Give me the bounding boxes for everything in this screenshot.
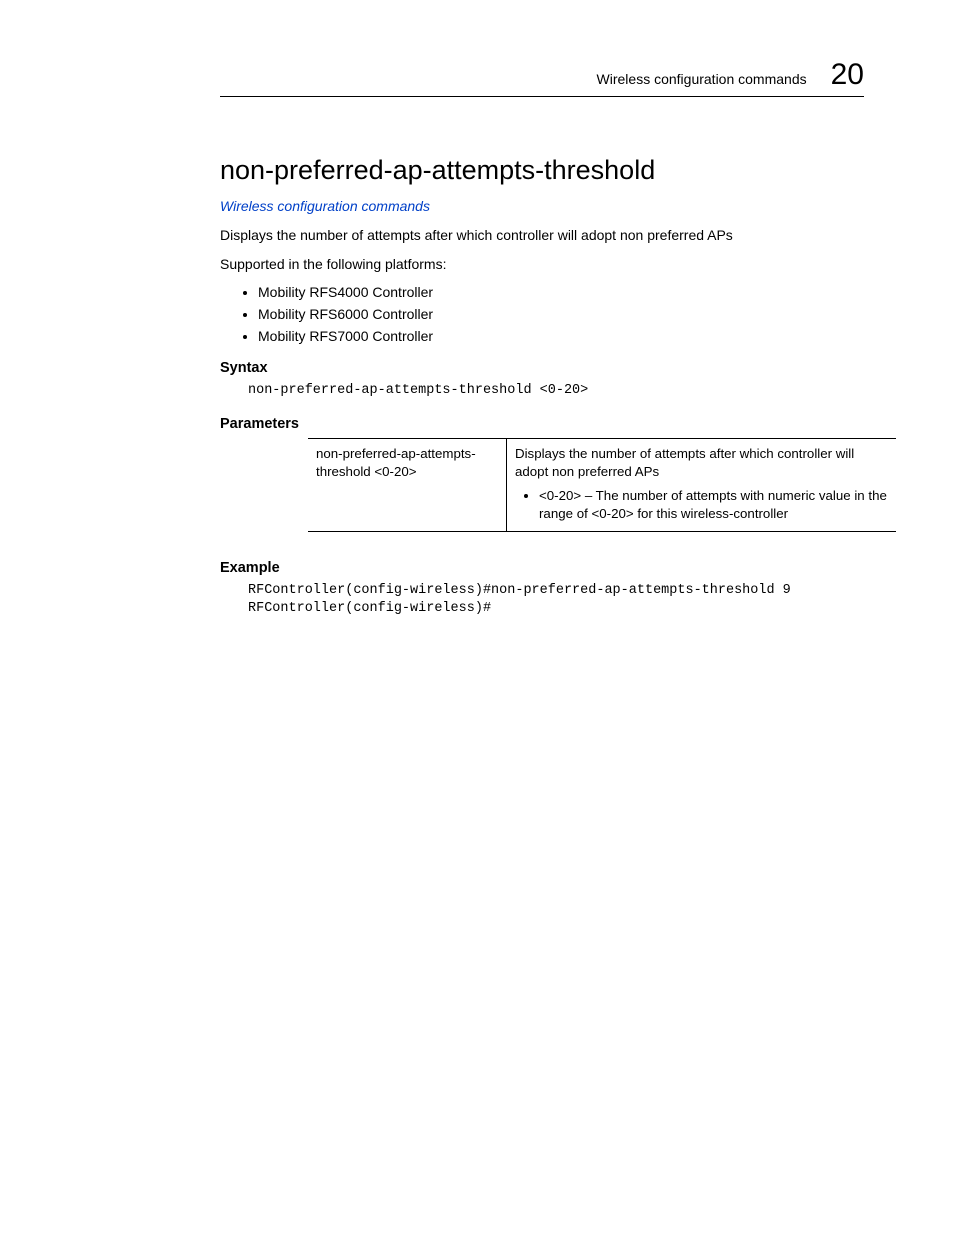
example-code: RFController(config-wireless)#non-prefer… xyxy=(248,582,864,618)
parameters-heading: Parameters xyxy=(220,416,864,432)
command-description: Displays the number of attempts after wh… xyxy=(220,226,864,245)
list-item: Mobility RFS7000 Controller xyxy=(258,328,864,344)
page-header: Wireless configuration commands 20 xyxy=(220,58,864,97)
breadcrumb-link[interactable]: Wireless configuration commands xyxy=(220,198,430,214)
page-content: non-preferred-ap-attempts-threshold Wire… xyxy=(220,155,864,618)
header-section-title: Wireless configuration commands xyxy=(597,71,807,87)
command-title: non-preferred-ap-attempts-threshold xyxy=(220,155,864,186)
syntax-heading: Syntax xyxy=(220,360,864,376)
param-desc-bullet: <0-20> – The number of attempts with num… xyxy=(539,487,888,523)
chapter-number: 20 xyxy=(831,58,864,92)
param-desc-cell: Displays the number of attempts after wh… xyxy=(507,439,897,532)
syntax-code: non-preferred-ap-attempts-threshold <0-2… xyxy=(248,382,864,400)
parameters-table: non-preferred-ap-attempts-threshold <0-2… xyxy=(308,438,896,532)
param-desc-text: Displays the number of attempts after wh… xyxy=(515,446,854,479)
list-item: Mobility RFS6000 Controller xyxy=(258,306,864,322)
param-name-cell: non-preferred-ap-attempts-threshold <0-2… xyxy=(308,439,507,532)
list-item: Mobility RFS4000 Controller xyxy=(258,284,864,300)
document-page: Wireless configuration commands 20 non-p… xyxy=(0,0,954,1235)
table-row: non-preferred-ap-attempts-threshold <0-2… xyxy=(308,439,896,532)
platforms-list: Mobility RFS4000 Controller Mobility RFS… xyxy=(220,284,864,344)
example-heading: Example xyxy=(220,560,864,576)
supported-platforms-label: Supported in the following platforms: xyxy=(220,255,864,274)
